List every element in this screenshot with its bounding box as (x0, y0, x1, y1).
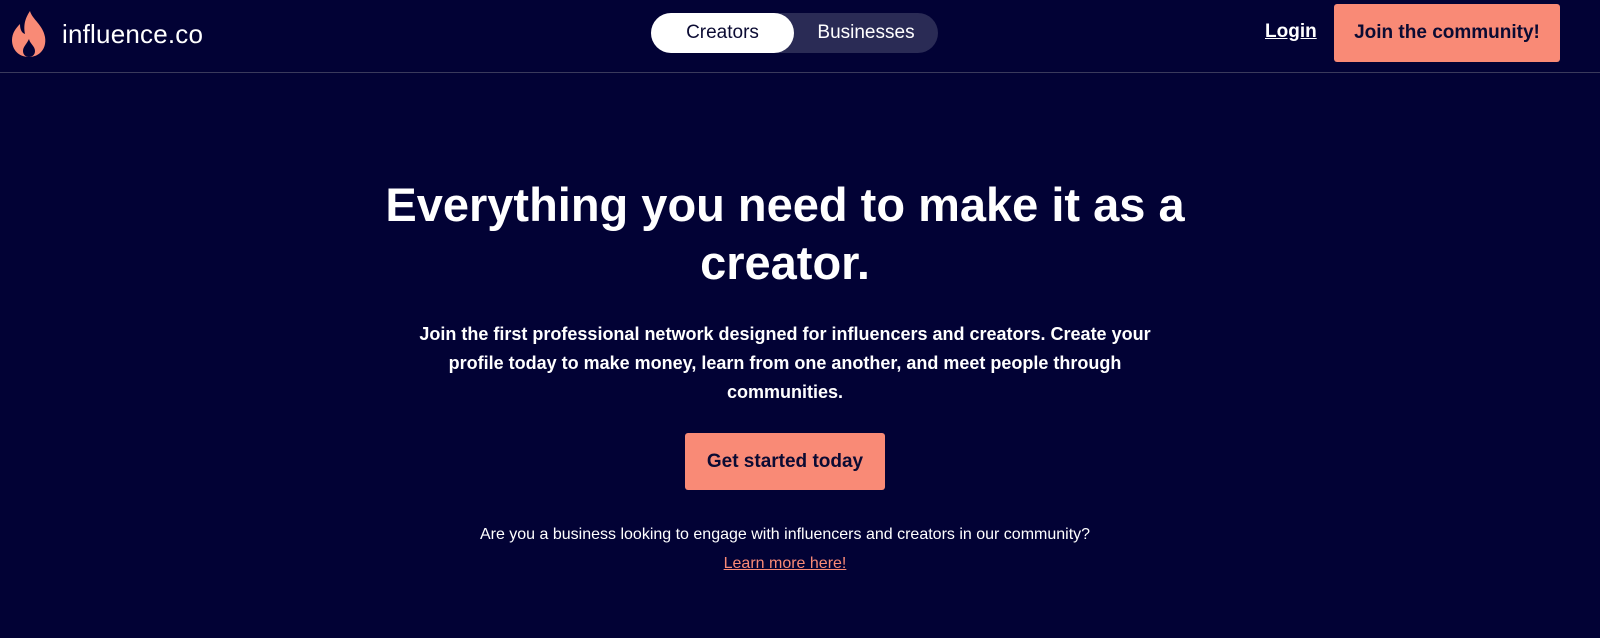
join-community-button[interactable]: Join the community! (1334, 4, 1560, 62)
hero-subtitle: Join the first professional network desi… (419, 324, 1151, 402)
login-link[interactable]: Login (1265, 21, 1317, 43)
flame-icon (10, 9, 48, 59)
toggle-businesses[interactable]: Businesses (794, 13, 938, 53)
brand-logo-link[interactable]: influence.co (10, 9, 203, 59)
brand-name: influence.co (62, 18, 204, 49)
toggle-creators[interactable]: Creators (651, 13, 794, 53)
learn-more-link[interactable]: Learn more here! (700, 553, 870, 575)
business-question: Are you a business looking to engage wit… (479, 526, 1091, 543)
top-navbar: influence.co Creators Businesses Login J… (0, 0, 1600, 73)
get-started-button[interactable]: Get started today (685, 433, 885, 490)
audience-toggle: Creators Businesses (651, 13, 938, 53)
hero-title: Everything you need to make it as a crea… (385, 178, 1185, 289)
